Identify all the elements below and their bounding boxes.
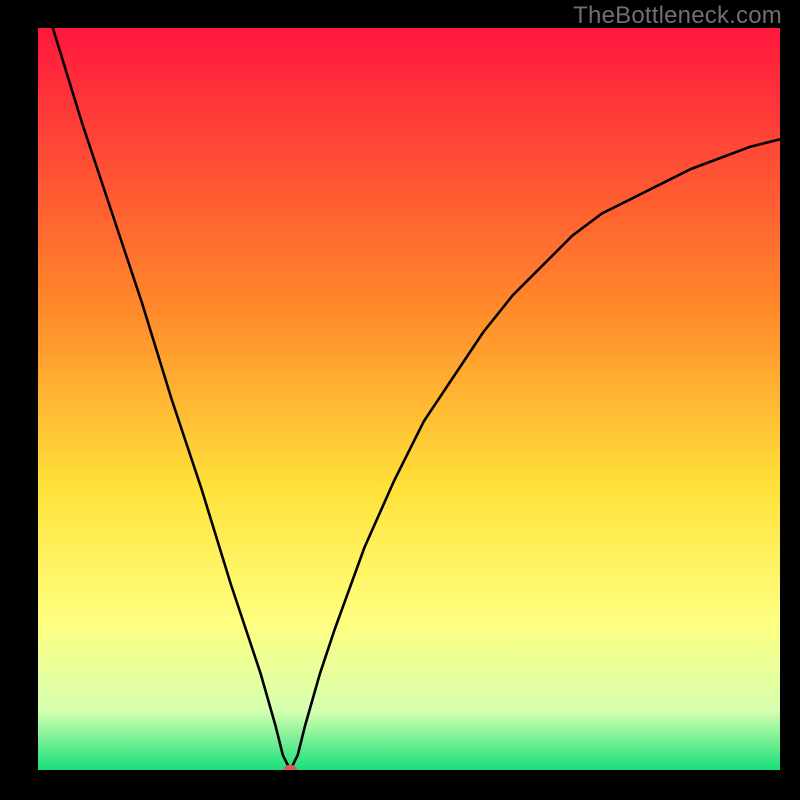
chart-frame: TheBottleneck.com bbox=[0, 0, 800, 800]
gradient-background bbox=[38, 28, 780, 770]
watermark-text: TheBottleneck.com bbox=[573, 2, 782, 30]
bottleneck-chart bbox=[38, 28, 780, 770]
